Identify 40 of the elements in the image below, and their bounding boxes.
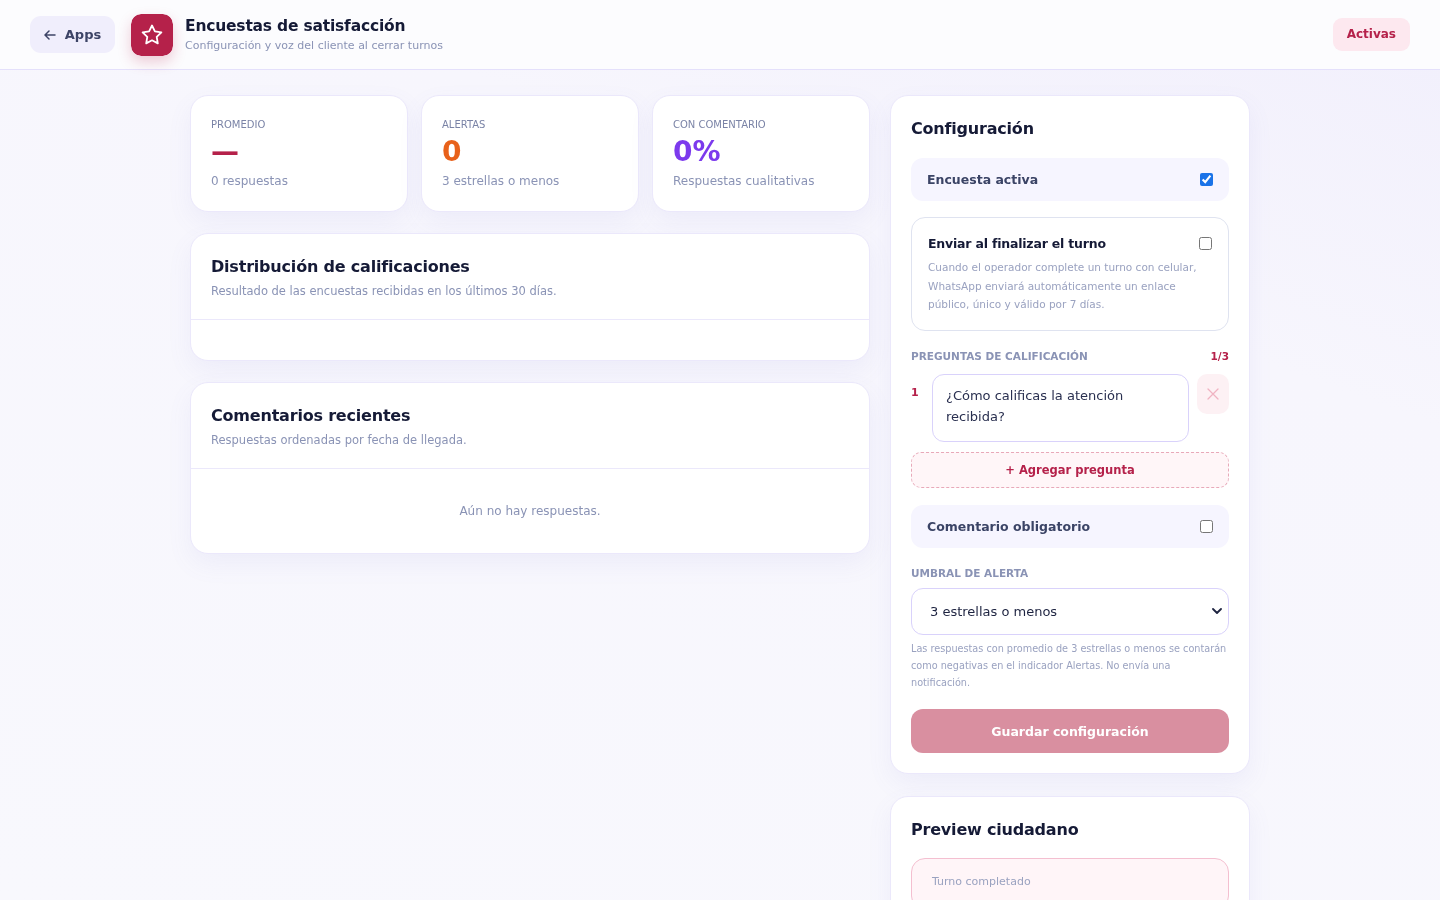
checkbox[interactable] <box>1200 173 1213 186</box>
stat-label: ALERTAS <box>442 118 487 132</box>
question-number: 1 <box>911 386 920 400</box>
page-title: Encuestas de satisfacción <box>185 16 407 36</box>
card-title: Distribución de calificaciones <box>211 256 471 278</box>
stat-value: — <box>211 135 239 169</box>
stat-value: 0% <box>673 135 721 169</box>
threshold-select[interactable]: 3 estrellas o menos <box>911 588 1229 636</box>
chevron-down-icon <box>1212 608 1222 615</box>
setting-label: Comentario obligatorio <box>927 519 1091 535</box>
back-button[interactable]: Apps <box>30 16 115 53</box>
stat-value: 0 <box>442 135 462 169</box>
empty-message: Aún no hay respuestas. <box>459 504 601 518</box>
card-subtitle: Resultado de las encuestas recibidas en los últimos 30 días. <box>211 283 558 299</box>
card-subtitle: Respuestas ordenadas por fecha de llegada. <box>211 432 468 448</box>
section-label: PREGUNTAS DE CALIFICACIÓN <box>911 349 1088 364</box>
help-text: Las respuestas con promedio de 3 estrellas o menos se contarán como negativas en el indicador Alertas. No envía una notificación. <box>911 642 1228 691</box>
section-label: UMBRAL DE ALERTA <box>911 566 1030 581</box>
close-icon <box>1207 388 1219 401</box>
preview-status-text: Turno completado <box>932 875 1031 889</box>
card-title: Configuración <box>911 118 1035 140</box>
stat-caption: 3 estrellas o menos <box>442 173 561 189</box>
status-badge: Activas <box>1332 18 1410 51</box>
setting-description: Cuando el operador complete un turno con celular, WhatsApp enviará automáticamente un enlace público, único y válido por 7 días. <box>928 260 1198 313</box>
card-title: Comentarios recientes <box>211 405 412 427</box>
add-question-button[interactable]: + Agregar pregunta <box>911 452 1229 489</box>
checkbox[interactable] <box>1200 520 1213 534</box>
page-subtitle: Configuración y voz del cliente al cerrar turnos <box>185 38 443 53</box>
star-icon <box>131 13 173 56</box>
arrow-left-icon <box>43 29 56 40</box>
stat-label: PROMEDIO <box>211 118 267 132</box>
setting-title: Enviar al finalizar el turno <box>928 235 1106 253</box>
stat-caption: Respuestas cualitativas <box>673 173 816 189</box>
checkbox[interactable] <box>1199 237 1212 250</box>
stat-label: CON COMENTARIO <box>673 118 767 132</box>
question-field[interactable]: ¿Cómo calificas la atención recibida? <box>932 374 1189 443</box>
question-count: 1/3 <box>1210 350 1229 363</box>
setting-label: Encuesta activa <box>927 172 1039 187</box>
stat-caption: 0 respuestas <box>211 173 289 189</box>
card-title: Preview ciudadano <box>911 819 1080 842</box>
